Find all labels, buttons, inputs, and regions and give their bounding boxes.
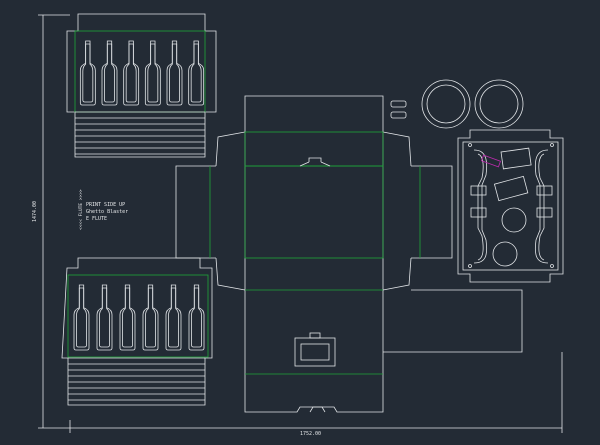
- width-dimension-label: 1752.00: [300, 431, 321, 437]
- bottom-bottle-inner-6: [191, 287, 202, 348]
- dieline-canvas: 1474.00 1752.00 <<<< FLUTE >>>> PRINT SI…: [0, 0, 600, 441]
- small-slot-cutouts: [390, 100, 407, 119]
- width-dimension: 1752.00: [69, 352, 563, 437]
- top-bottle-insert-panel: [66, 13, 217, 158]
- bottom-bottle-inner-5: [168, 287, 179, 348]
- bottom-bottle-inner-3: [122, 287, 133, 348]
- top-bottle-inner-1: [82, 43, 94, 103]
- main-box-dieline: [175, 95, 453, 413]
- height-dimension: 1474.00: [32, 14, 70, 429]
- top-bottle-group: [79, 40, 205, 106]
- dieline-drawing: 1474.00 1752.00 <<<< FLUTE >>>> PRINT SI…: [32, 13, 564, 437]
- height-dimension-label: 1474.00: [32, 201, 38, 222]
- print-side-label: PRINT SIDE UP: [86, 202, 125, 208]
- bottom-bottle-inner-2: [99, 287, 110, 348]
- top-bottle-inner-3: [125, 43, 137, 103]
- top-bottle-inner-5: [169, 43, 180, 103]
- speaker-ring-left: [421, 79, 471, 129]
- speaker-ring-right: [474, 79, 524, 129]
- top-bottle-inner-4: [147, 43, 159, 103]
- top-bottle-inner-6: [190, 43, 202, 103]
- plain-back-panel: [383, 289, 523, 353]
- print-note: <<<< FLUTE >>>> PRINT SIDE UP Ghetto Bla…: [78, 189, 128, 230]
- bottom-bottle-inner-4: [145, 287, 156, 348]
- top-bottle-inner-2: [104, 43, 115, 103]
- flute-type-label: E FLUTE: [86, 216, 107, 222]
- blaster-face-panel: [457, 129, 564, 283]
- flute-direction-marker: <<<< FLUTE >>>>: [78, 189, 84, 230]
- bottom-bottle-insert-panel: [61, 257, 213, 406]
- bottom-bottle-inner-1: [76, 287, 87, 348]
- bottom-bottle-group: [73, 284, 205, 351]
- product-name-label: Ghetto Blaster: [86, 209, 128, 215]
